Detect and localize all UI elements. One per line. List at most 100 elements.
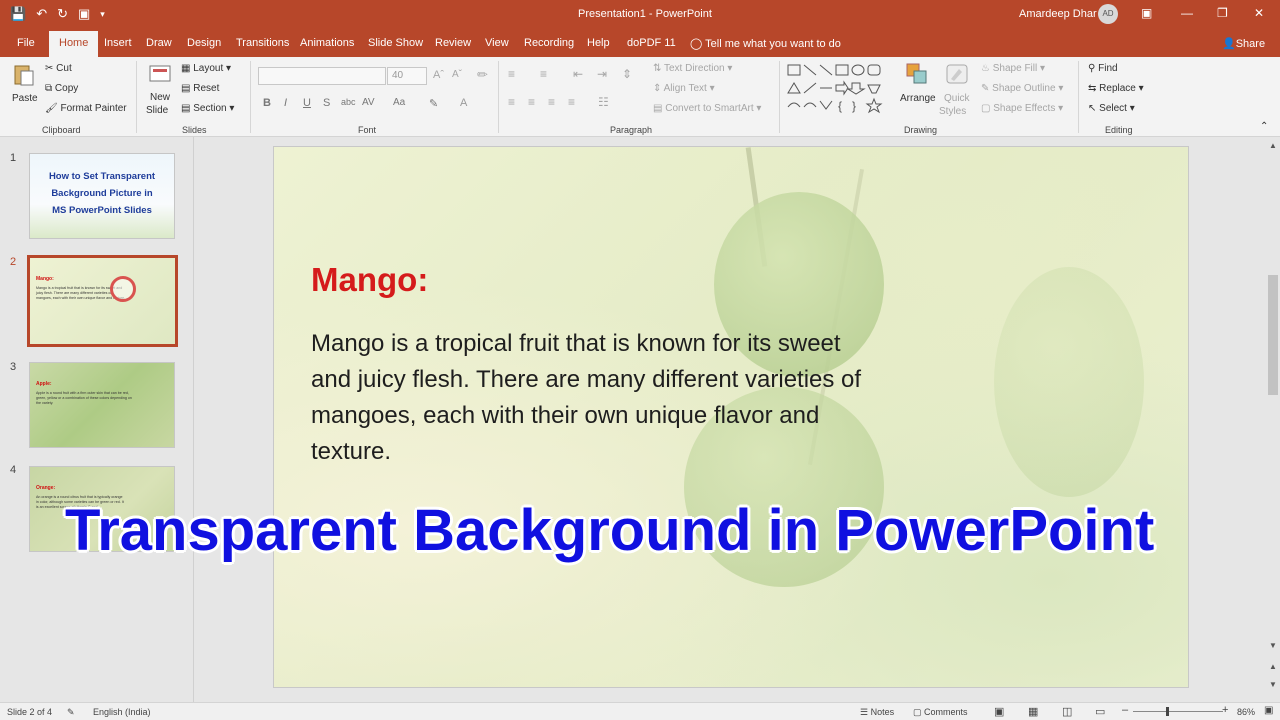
numbering-icon[interactable]: ≡ [540,67,547,81]
maximize-button[interactable]: ❐ [1217,6,1228,20]
zoom-slider-thumb[interactable] [1166,707,1169,716]
tell-me-search[interactable]: ◯ Tell me what you want to do [690,37,841,50]
language-indicator[interactable]: English (India) [93,707,151,717]
slide-body-text[interactable]: Mango is a tropical fruit that is known … [311,326,871,470]
format-painter-button[interactable]: 🖌 Format Painter [45,103,127,114]
character-spacing-button[interactable]: AV [362,97,375,108]
vertical-scrollbar[interactable]: ▲ ▼ [1266,137,1280,657]
columns-icon[interactable]: ☷ [598,95,609,109]
bullets-icon[interactable]: ≡ [508,67,515,81]
decrease-indent-icon[interactable]: ⇤ [573,67,583,81]
share-button[interactable]: 👤Share [1222,37,1265,50]
slide-thumbnail-2[interactable]: Mango: Mango is a tropical fruit that is… [27,255,178,347]
tab-recording[interactable]: Recording [524,37,574,49]
shape-fill-button[interactable]: ♨ Shape Fill ▾ [981,63,1045,74]
text-direction-button[interactable]: ⇅ Text Direction ▾ [653,63,732,74]
cut-button[interactable]: ✂ Cut [45,63,72,74]
highlight-icon[interactable]: ✎ [429,97,438,110]
customize-qat-icon[interactable]: ▾ [100,9,105,20]
zoom-level[interactable]: 86% [1237,707,1255,717]
zoom-in-icon[interactable]: + [1222,704,1228,716]
minimize-button[interactable]: — [1181,6,1193,20]
normal-view-icon[interactable]: ▣ [994,705,1004,718]
text-shadow-button[interactable]: S [323,97,330,109]
scrollbar-thumb[interactable] [1268,275,1278,395]
font-color-button[interactable]: A [460,97,467,109]
present-icon[interactable]: ▣ [78,6,90,22]
replace-button[interactable]: ⇆ Replace ▾ [1088,83,1144,94]
reset-button[interactable]: ▤ Reset [181,83,219,94]
clear-formatting-icon[interactable]: ✏ [477,67,488,83]
tab-review[interactable]: Review [435,37,471,49]
layout-button[interactable]: ▦ Layout ▾ [181,63,231,74]
save-icon[interactable]: 💾 [10,6,26,22]
slide-number: 1 [10,152,17,164]
spelling-icon[interactable]: ✎ [67,707,75,718]
find-button[interactable]: ⚲ Find [1088,63,1118,74]
scroll-up-icon[interactable]: ▲ [1269,141,1277,150]
slide-title[interactable]: Mango: [311,261,428,299]
tab-draw[interactable]: Draw [146,37,172,49]
line-spacing-icon[interactable]: ⇕ [622,67,632,81]
align-text-button[interactable]: ⇕ Align Text ▾ [653,83,715,94]
strikethrough-button[interactable]: abc [341,97,356,107]
increase-indent-icon[interactable]: ⇥ [597,67,607,81]
next-slide-icon[interactable]: ▼ [1269,680,1277,689]
select-button[interactable]: ↖ Select ▾ [1088,103,1135,114]
new-slide-button[interactable]: New [150,92,170,103]
avatar[interactable]: AD [1098,4,1118,24]
tab-help[interactable]: Help [587,37,610,49]
slide-sorter-icon[interactable]: ▦ [1028,705,1038,718]
notes-button[interactable]: ☰ Notes [860,707,894,718]
quick-styles-button[interactable]: Quick [944,93,970,104]
bold-button[interactable]: B [263,97,271,109]
arrange-button[interactable]: Arrange [900,93,936,104]
tab-design[interactable]: Design [187,37,221,49]
tab-home[interactable]: Home [49,31,99,57]
close-button[interactable]: ✕ [1254,6,1264,20]
font-family-select[interactable] [258,67,386,85]
reading-view-icon[interactable]: ◫ [1062,705,1072,718]
undo-icon[interactable]: ↶ [36,6,47,22]
shapes-gallery[interactable]: { } [786,63,886,115]
ribbon-display-icon[interactable]: ▣ [1141,6,1152,20]
tab-slide-show[interactable]: Slide Show [368,37,423,49]
previous-slide-icon[interactable]: ▲ [1269,662,1277,671]
copy-button[interactable]: ⧉ Copy [45,83,78,94]
collapse-ribbon-icon[interactable]: ⌃ [1260,121,1268,132]
new-slide-button-label[interactable]: Slide [146,105,168,116]
scroll-down-icon[interactable]: ▼ [1269,641,1277,650]
tab-animations[interactable]: Animations [300,37,354,49]
underline-button[interactable]: U [303,97,311,109]
tab-file[interactable]: File [17,37,35,49]
justify-icon[interactable]: ≡ [568,95,575,109]
align-center-icon[interactable]: ≡ [528,95,535,109]
ribbon-tabs: File Home Insert Draw Design Transitions… [0,31,1280,57]
increase-font-icon[interactable]: Aˆ [433,69,444,81]
decrease-font-icon[interactable]: Aˇ [452,69,462,80]
shape-effects-button[interactable]: ▢ Shape Effects ▾ [981,103,1063,114]
current-slide[interactable]: Mango: Mango is a tropical fruit that is… [273,146,1189,688]
shape-outline-button[interactable]: ✎ Shape Outline ▾ [981,83,1063,94]
fit-to-window-icon[interactable]: ▣ [1264,705,1273,716]
section-button[interactable]: ▤ Section ▾ [181,103,234,114]
font-size-select[interactable]: 40 [387,67,427,85]
paste-button[interactable]: Paste [12,93,38,104]
italic-button[interactable]: I [284,97,287,109]
align-right-icon[interactable]: ≡ [548,95,555,109]
tab-insert[interactable]: Insert [104,37,132,49]
change-case-button[interactable]: Aa [393,97,405,108]
tab-transitions[interactable]: Transitions [236,37,289,49]
user-name[interactable]: Amardeep Dhar [1019,8,1097,20]
tab-dopdf[interactable]: doPDF 11 [627,37,676,49]
slide-thumbnail-1[interactable]: How to Set Transparent Background Pictur… [29,153,175,239]
tab-view[interactable]: View [485,37,509,49]
zoom-slider[interactable] [1133,711,1223,712]
redo-icon[interactable]: ↻ [57,6,68,22]
slide-thumbnail-3[interactable]: Apple: Apple is a round fruit with a fir… [29,362,175,448]
zoom-out-icon[interactable]: – [1122,704,1128,716]
convert-smartart-button[interactable]: ▤ Convert to SmartArt ▾ [653,103,761,114]
slideshow-view-icon[interactable]: ▭ [1095,705,1105,718]
comments-button[interactable]: ▢ Comments [913,707,968,718]
align-left-icon[interactable]: ≡ [508,95,515,109]
